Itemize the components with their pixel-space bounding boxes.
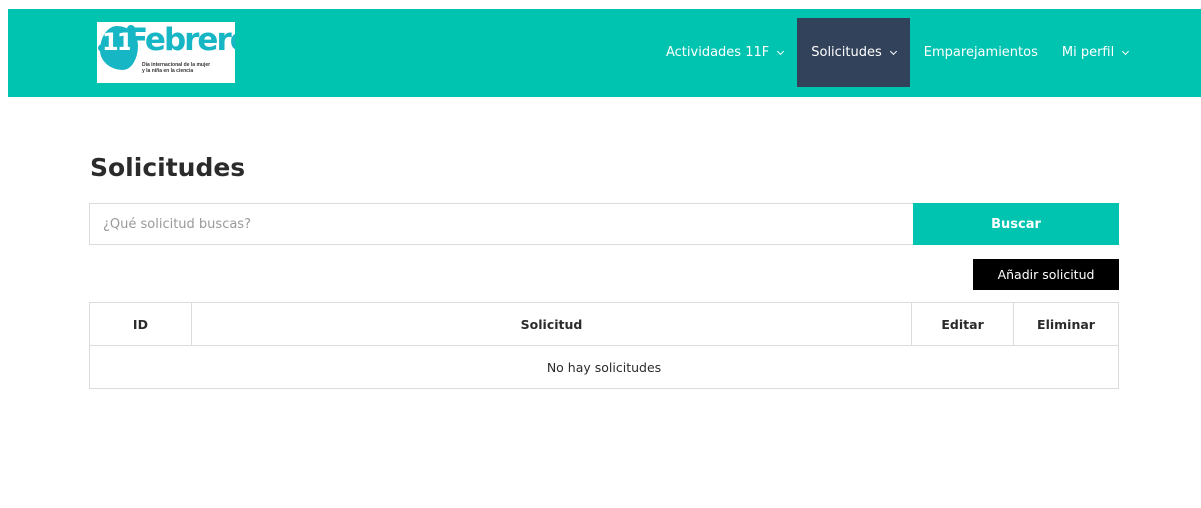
- main-nav: Actividades 11F Solicitudes Emparejamien…: [654, 18, 1140, 87]
- nav-item-solicitudes[interactable]: Solicitudes: [797, 18, 910, 87]
- add-solicitud-button[interactable]: Añadir solicitud: [973, 259, 1119, 290]
- chevron-down-icon: [889, 47, 897, 55]
- chevron-down-icon: [1122, 47, 1130, 55]
- nav-item-label: Actividades 11F: [666, 45, 770, 60]
- nav-item-mi-perfil[interactable]: Mi perfil: [1050, 18, 1140, 87]
- logo-subtitle-line2: y la niña en la ciencia: [142, 68, 194, 74]
- solicitudes-table: ID Solicitud Editar Eliminar No hay soli…: [89, 302, 1119, 389]
- table-header-row: ID Solicitud Editar Eliminar: [89, 302, 1119, 346]
- column-header-editar: Editar: [911, 302, 1015, 346]
- page-title: Solicitudes: [90, 153, 246, 182]
- empty-table-message: No hay solicitudes: [89, 345, 1119, 389]
- chevron-down-icon: [777, 47, 785, 55]
- column-header-solicitud: Solicitud: [190, 302, 913, 346]
- nav-item-emparejamientos[interactable]: Emparejamientos: [912, 18, 1050, 87]
- top-navbar: 11 Febrero Día internacional de la mujer…: [8, 9, 1201, 97]
- search-input[interactable]: [89, 203, 913, 245]
- site-logo[interactable]: 11 Febrero Día internacional de la mujer…: [97, 22, 235, 83]
- nav-item-label: Emparejamientos: [923, 45, 1038, 60]
- column-header-eliminar: Eliminar: [1013, 302, 1119, 346]
- nav-item-label: Solicitudes: [811, 45, 882, 60]
- table-row: No hay solicitudes: [89, 345, 1119, 389]
- nav-item-actividades[interactable]: Actividades 11F: [654, 18, 795, 87]
- column-header-id: ID: [89, 302, 192, 346]
- nav-item-label: Mi perfil: [1061, 45, 1115, 60]
- logo-word: Febrero: [127, 22, 235, 58]
- search-button[interactable]: Buscar: [913, 203, 1119, 245]
